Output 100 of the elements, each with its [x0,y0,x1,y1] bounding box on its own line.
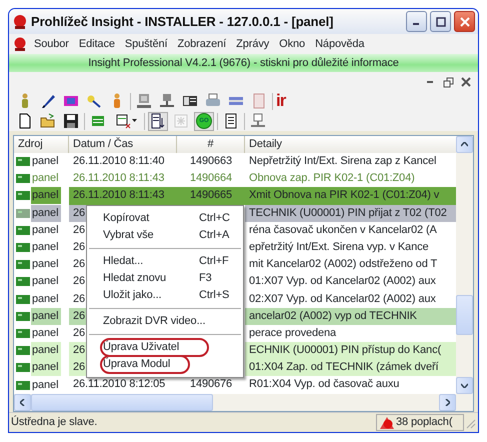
scroll-left-button[interactable] [14,394,31,411]
table-cell: 26 [73,275,86,288]
table-cell: panel [31,359,62,376]
menu-item[interactable]: Nápověda [311,36,368,52]
table-cell: 26 [73,258,86,270]
column-header[interactable]: Datum / Čas [69,136,177,153]
scroll-thumb[interactable] [456,295,473,335]
close-button[interactable] [454,11,475,32]
table-cell: Nepřetržitý Int/Ext. Sirena zap z Kancel [249,155,436,167]
siren-icon [13,36,28,52]
scroll-right-button[interactable] [439,394,456,411]
table-cell: 1490665 [190,189,232,202]
table-cell: 26.11.2010 8:11:43 [73,189,164,202]
panel-icon [16,243,30,252]
table-cell-text: panel [31,292,60,307]
panel-icon [16,363,30,372]
menu-item[interactable]: Zobrazení [174,36,230,52]
menu-item[interactable]: Úprava Modul [87,356,243,373]
table-cell-text: panel [31,171,60,186]
document-icon [223,113,239,129]
panel-icon [16,174,30,184]
menu-item[interactable]: Vybrat vše Ctrl+A [87,227,243,244]
column-header[interactable]: Zdroj [14,136,69,153]
logo: ir [276,92,286,110]
table-cell-text: panel [31,378,60,393]
table-cell: 1490663 [190,155,232,167]
scroll-thumb[interactable] [31,394,213,411]
resize-grip-icon [464,416,476,428]
window-title: Prohlížeč Insight - INSTALLER - 127.0.0.1 - [panel] [31,12,334,31]
info-banner[interactable]: Insight Professional V4.2.1 (9676) - stiskni pro důležité informace [9,54,478,72]
minimize-button[interactable] [406,11,427,32]
vertical-scrollbar[interactable] [456,136,473,394]
table-cell-text: panel [31,222,60,238]
pen-icon [40,93,56,109]
toolbar-button[interactable] [148,112,168,130]
column-header[interactable]: # [177,136,245,153]
table-cell: 1490664 [190,172,232,184]
table-cell: Xmit Obnova na PIR K02-1 (C01:Z04) v [249,189,440,202]
maximize-button[interactable] [430,11,451,32]
alarm-icon [379,416,395,430]
restore-icon [442,76,454,88]
table-cell-text: panel [31,240,60,256]
table-cell: 26 [73,310,86,322]
panel-icon [16,277,30,286]
document-icon [251,93,267,109]
key-icon [86,93,102,109]
table-cell: perace provedena [249,326,336,339]
minimize-icon [427,80,433,82]
table-cell: 26 [73,326,86,339]
network-icon [159,93,175,109]
scroll-down-button[interactable] [456,377,473,394]
menu-item[interactable]: Editace [74,36,119,52]
panel-icon [16,208,30,218]
list-icon [116,113,132,129]
sort-icon [150,113,166,129]
menu-item[interactable]: Úprava Uživatel [87,339,243,356]
menu-item[interactable]: Soubor [30,36,73,52]
table-cell: 01:X04 Zap. od TECHNIK (zámek dveří [249,361,438,374]
caret-icon [132,119,136,123]
table-cell: 26.11.2010 8:12:05 [73,378,166,390]
menu-item[interactable]: Spuštění [120,36,172,52]
table-cell: 01:X07 Vyp. od Kancelar02 (A002) aux [249,275,436,288]
panel-icon [16,328,30,338]
menu-item[interactable]: Okno [275,36,310,52]
menu-item[interactable]: Hledat znovu F3 [87,270,243,287]
panel-icon [16,260,30,270]
table-cell: ancelar02 (A002) vyp od TECHNIK [249,310,417,322]
table-cell: ECHNIK (U00001) PIN přístup do Kanc( [249,344,442,356]
table-cell: panel [31,308,62,325]
table-cell: 26 [73,361,86,374]
table-cell: Obnova zap. PIR K02-1 (C01:Z04) [249,172,415,184]
horizontal-scrollbar[interactable] [14,394,473,411]
menu-item[interactable]: Hledat... Ctrl+F [87,253,243,270]
table-cell: 26 [73,224,86,236]
menu-item[interactable]: Uložit jako... Ctrl+S [87,287,243,304]
close-icon [460,76,472,88]
toolbar-button[interactable] [61,112,81,130]
table-cell: 26 [73,344,86,356]
table-cell: TECHNIK (U00001) PIN přijat z T02 (T02 [249,206,447,219]
computer-icon [136,93,152,109]
open-folder-icon [40,113,56,129]
table-cell: mit Kancelar02 (A002) odstřeženo od T [249,258,438,270]
table-cell: 26 [73,206,86,219]
asterisk-icon [173,113,189,129]
table-cell-text: panel [31,154,60,170]
menu-item[interactable]: Zobrazit DVR video... [87,313,243,330]
panel-icon [16,226,30,235]
id-card-icon [182,93,198,109]
menu-item[interactable]: Zprávy [232,36,274,52]
panel-icon [16,157,30,166]
scroll-up-button[interactable] [456,136,473,153]
panel-icon [16,294,30,304]
panel-icon [16,191,30,200]
panel-icon [16,380,30,390]
table-cell: panel [31,187,62,204]
card-icon [63,93,79,109]
menu-item[interactable]: Kopírovat Ctrl+C [87,210,243,227]
table-cell: epřetržitý Int/Ext. Sirena vyp. v Kance [249,240,429,253]
table-cell: 26 [73,240,86,253]
table-cell: 02:X07 Vyp. od Kancelar02 (A002) aux [249,292,436,304]
